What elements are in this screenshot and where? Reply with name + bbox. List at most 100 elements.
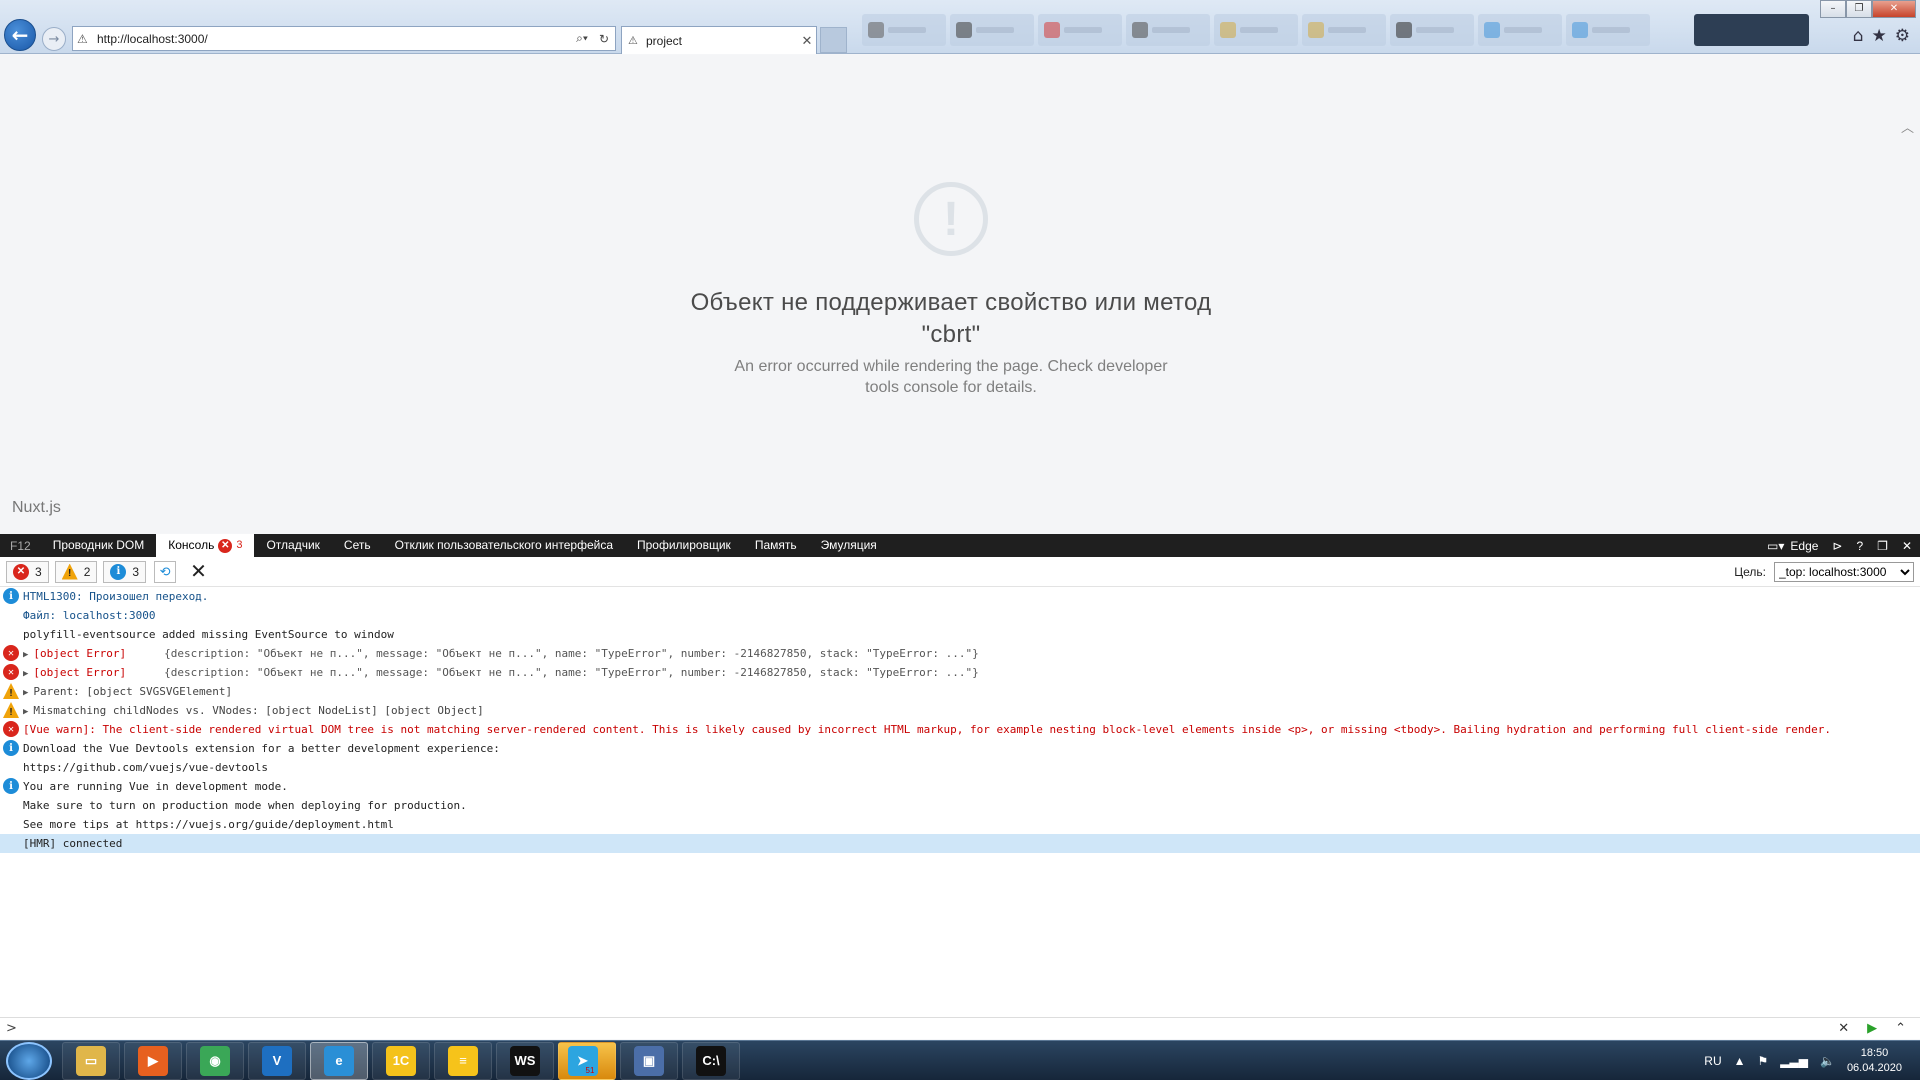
clear-input-icon[interactable]: ✕ <box>1838 1021 1849 1036</box>
url-text[interactable]: http://localhost:3000/ <box>93 32 571 46</box>
background-tab[interactable] <box>862 14 946 46</box>
target-label: Цель: <box>1734 564 1766 579</box>
close-icon[interactable]: ✕ <box>1872 0 1916 18</box>
tab-network[interactable]: Сеть <box>332 534 383 557</box>
background-tab[interactable] <box>1302 14 1386 46</box>
tab-console[interactable]: Консоль ✕ 3 <box>156 534 255 557</box>
background-tab[interactable] <box>1566 14 1650 46</box>
filter-warnings[interactable]: ! 2 <box>54 560 98 583</box>
taskbar-vscode[interactable]: V <box>248 1041 306 1080</box>
taskbar-beeline[interactable]: ≡ <box>434 1041 492 1080</box>
target-select[interactable]: _top: localhost:3000 <box>1774 561 1914 582</box>
console-row[interactable]: ✕ ▶ [object Error] {description: "Объект не… <box>0 663 1920 682</box>
tab-memory[interactable]: Память <box>743 534 809 557</box>
tab-dom-explorer[interactable]: Проводник DOM <box>41 534 157 557</box>
error-count-icon: ✕ <box>218 538 233 553</box>
devtools-close-icon[interactable]: ✕ <box>1902 539 1912 553</box>
taskbar-file-explorer[interactable]: ▭ <box>62 1041 120 1080</box>
favorites-star-icon[interactable]: ★ <box>1872 26 1887 46</box>
minimize-icon[interactable]: – <box>1820 0 1846 18</box>
tray-expand-icon[interactable]: ▲ <box>1734 1054 1746 1068</box>
expand-arrow-icon[interactable]: ▶ <box>23 688 28 698</box>
console-message-text: https://github.com/vuejs/vue-devtools <box>23 761 269 774</box>
console-toggle-icon[interactable]: ⊳ <box>1832 539 1842 553</box>
system-tray: RU ▲ ⚑ ▂▃▅ 🔈 18:50 06.04.2020 <box>1704 1046 1920 1076</box>
tab-ui-responsiveness[interactable]: Отклик пользовательского интерфейса <box>383 534 625 557</box>
taskbar-1c[interactable]: 1С <box>372 1041 430 1080</box>
tab-title: project <box>646 33 683 48</box>
console-row[interactable]: i Download the Vue Devtools extension for… <box>0 739 1920 758</box>
action-center-flag-icon[interactable]: ⚑ <box>1758 1054 1769 1068</box>
refresh-icon[interactable]: ↻ <box>593 32 615 46</box>
settings-gear-icon[interactable]: ⚙ <box>1895 26 1910 46</box>
console-output: i HTML1300: Произошел переход. Файл: local… <box>0 587 1920 1017</box>
forward-button[interactable]: → <box>42 27 66 51</box>
run-script-icon[interactable]: ▶ <box>1867 1021 1877 1036</box>
console-row[interactable]: i You are running Vue in development mode… <box>0 777 1920 796</box>
background-tab[interactable] <box>1478 14 1562 46</box>
volume-icon[interactable]: 🔈 <box>1820 1054 1835 1068</box>
console-row[interactable]: ✕ [Vue warn]: The client-side rendered vi… <box>0 720 1920 739</box>
console-row[interactable]: ! ▶ Mismatching childNodes vs. VNodes: [ob… <box>0 701 1920 720</box>
preserve-log-button[interactable]: ⟲ <box>154 560 177 583</box>
network-signal-icon[interactable]: ▂▃▅ <box>1780 1054 1808 1068</box>
console-input-bar[interactable]: > ✕ ▶ ⌃ <box>0 1017 1920 1039</box>
back-button[interactable]: ← <box>4 19 36 51</box>
language-indicator[interactable]: RU <box>1704 1054 1721 1068</box>
console-message-text: Mismatching childNodes vs. VNodes: [obje… <box>33 704 484 717</box>
new-tab-button[interactable] <box>820 27 847 53</box>
background-tab[interactable] <box>1390 14 1474 46</box>
console-row[interactable]: ✕ ▶ [object Error] {description: "Объект не… <box>0 644 1920 663</box>
document-mode-dropdown[interactable]: ▭▾ Edge <box>1767 539 1818 553</box>
console-row[interactable]: See more tips at https://vuejs.org/guide… <box>0 815 1920 834</box>
tab-debugger[interactable]: Отладчик <box>254 534 331 557</box>
taskbar-terminal[interactable]: C:\ <box>682 1041 740 1080</box>
restore-icon[interactable]: ❐ <box>1846 0 1872 18</box>
expand-arrow-icon[interactable]: ▶ <box>23 650 28 660</box>
warning-icon: ! <box>61 563 78 580</box>
browser-tab-active[interactable]: ⚠ project ✕ <box>621 26 817 54</box>
background-tab[interactable] <box>1214 14 1298 46</box>
console-row[interactable]: Make sure to turn on production mode whe… <box>0 796 1920 815</box>
expand-input-icon[interactable]: ⌃ <box>1895 1021 1906 1036</box>
taskbar-webstorm[interactable]: WS <box>496 1041 554 1080</box>
tab-emulation[interactable]: Эмуляция <box>809 534 889 557</box>
taskbar-telegram[interactable]: ➤ 51 <box>558 1041 616 1080</box>
console-row[interactable]: ! ▶ Parent: [object SVGSVGElement] <box>0 682 1920 701</box>
background-tab[interactable] <box>1126 14 1210 46</box>
console-row[interactable]: [HMR] connected <box>0 834 1920 853</box>
warning-icon: ! <box>3 702 19 718</box>
monitor-icon: ▭▾ <box>1767 538 1785 553</box>
1c-icon: 1С <box>386 1045 416 1076</box>
taskbar-network-tool[interactable]: ▣ <box>620 1041 678 1080</box>
search-icon[interactable]: ⌕▾ <box>571 31 593 46</box>
taskbar-internet-explorer[interactable]: e <box>310 1041 368 1080</box>
console-row[interactable]: polyfill-eventsource added missing Event… <box>0 625 1920 644</box>
start-button[interactable] <box>6 1041 52 1080</box>
tab-profiler[interactable]: Профилировщик <box>625 534 743 557</box>
tab-close-icon[interactable]: ✕ <box>798 33 816 49</box>
pc-icon: ▣ <box>634 1045 664 1076</box>
console-message-text: Файл: localhost:3000 <box>23 609 156 622</box>
home-icon[interactable]: ⌂ <box>1853 26 1864 46</box>
console-row[interactable]: Файл: localhost:3000 <box>0 606 1920 625</box>
console-object-label[interactable]: [object Error] <box>33 666 126 679</box>
filter-errors[interactable]: ✕ 3 <box>6 560 49 583</box>
taskbar-media-player[interactable]: ▶ <box>124 1041 182 1080</box>
background-tab[interactable] <box>950 14 1034 46</box>
address-bar[interactable]: ⚠ http://localhost:3000/ ⌕▾ ↻ <box>72 26 616 51</box>
clear-console-icon[interactable]: ✕ <box>190 559 207 584</box>
help-icon[interactable]: ? <box>1856 539 1863 553</box>
clock[interactable]: 18:50 06.04.2020 <box>1847 1046 1902 1076</box>
console-row[interactable]: i HTML1300: Произошел переход. <box>0 587 1920 606</box>
background-tab-dark[interactable] <box>1694 14 1809 46</box>
background-tab[interactable] <box>1038 14 1122 46</box>
expand-arrow-icon[interactable]: ▶ <box>23 707 28 717</box>
taskbar-chrome[interactable]: ◉ <box>186 1041 244 1080</box>
filter-infos[interactable]: i 3 <box>103 560 147 583</box>
scroll-up-icon[interactable]: ︿ <box>1901 117 1914 136</box>
expand-arrow-icon[interactable]: ▶ <box>23 669 28 679</box>
console-row[interactable]: https://github.com/vuejs/vue-devtools <box>0 758 1920 777</box>
undock-icon[interactable]: ❐ <box>1877 539 1888 553</box>
console-object-label[interactable]: [object Error] <box>33 647 126 660</box>
